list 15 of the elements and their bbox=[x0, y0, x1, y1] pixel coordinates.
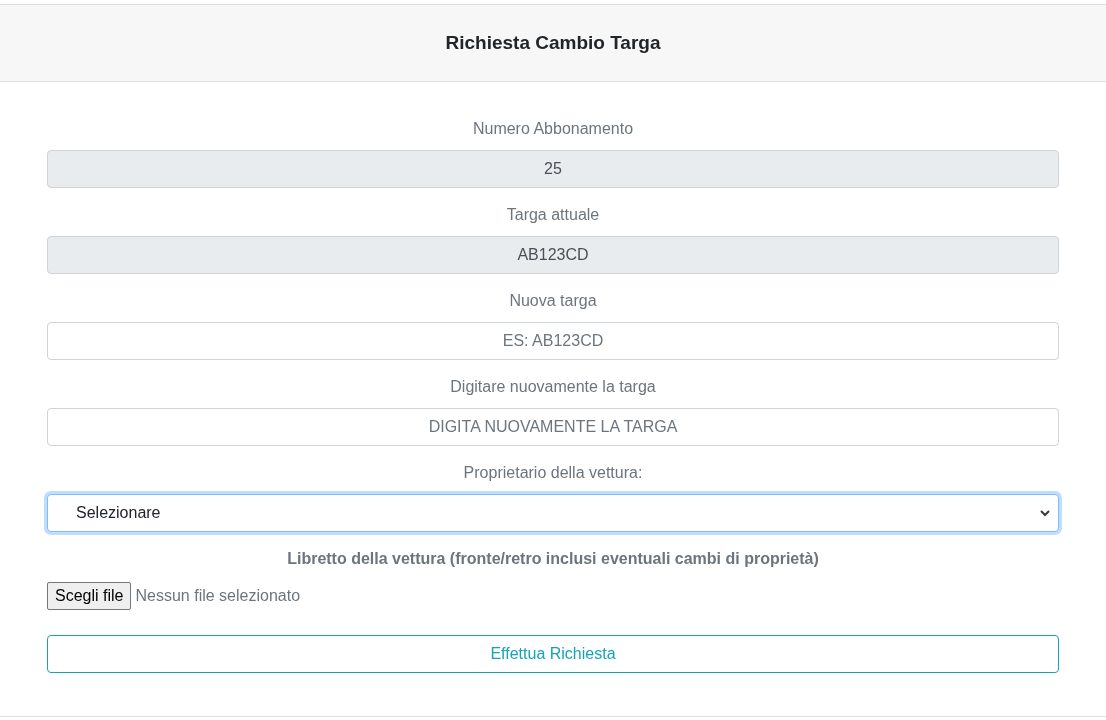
text-input-field[interactable]: DIGITA NUOVAMENTE LA TARGA bbox=[47, 408, 1059, 446]
choose-file-button[interactable]: Scegli file bbox=[47, 582, 132, 610]
page-title: Richiesta Cambio Targa bbox=[445, 30, 661, 55]
upload-label: Libretto della vettura (fronte/retro inclusi eventuali cambi di proprietà) bbox=[286, 549, 820, 569]
field-label: Nuova targa bbox=[508, 291, 598, 311]
field-label: Targa attuale bbox=[505, 205, 601, 225]
readonly-field[interactable]: AB123CD bbox=[47, 236, 1059, 274]
field-label: Proprietario della vettura: bbox=[462, 463, 644, 483]
field-label: Numero Abbonamento bbox=[471, 119, 635, 139]
dropdown-select[interactable]: Selezionare bbox=[47, 494, 1059, 532]
file-status: Nessun file selezionato bbox=[135, 586, 301, 606]
chevron-down-icon bbox=[1040, 509, 1050, 517]
field-label: Digitare nuovamente la targa bbox=[449, 377, 657, 397]
text-input-field[interactable]: ES: AB123CD bbox=[47, 322, 1059, 360]
readonly-field[interactable]: 25 bbox=[47, 150, 1059, 188]
